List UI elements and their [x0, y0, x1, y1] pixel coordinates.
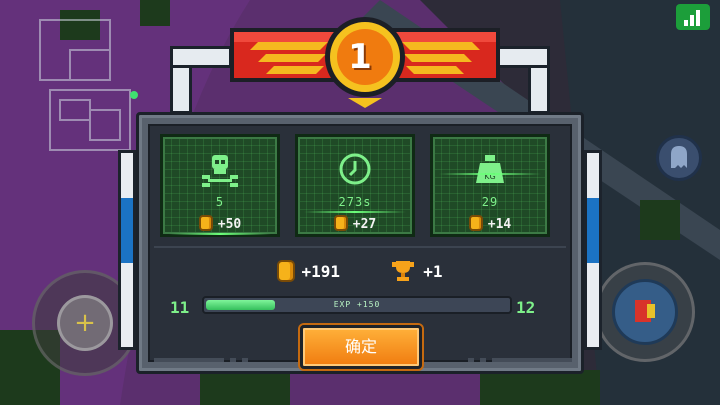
ghost-icon [671, 146, 687, 168]
frame-pillar-right [584, 150, 602, 350]
confirm-button[interactable]: 确定 [300, 325, 422, 369]
trophy-icon [392, 261, 415, 281]
coin-icon [198, 215, 213, 231]
weight-icon: KG [476, 155, 504, 183]
loot-reward-amount: +14 [487, 217, 512, 232]
totals-row: +191 +1 [150, 258, 570, 286]
results-panel: 5 +50 273s +27 KG 29 +14 +191 +1 11 EXP … [136, 112, 584, 374]
rank-number: 1 [348, 37, 372, 77]
stat-box-loot: KG 29 +14 [430, 134, 550, 237]
clock-icon [339, 153, 371, 185]
level-current: 11 [170, 298, 190, 317]
coin-total-icon [277, 260, 296, 282]
time-reward-amount: +27 [352, 217, 377, 232]
stat-box-kills: 5 +50 [160, 134, 280, 237]
kills-value: 5 [215, 195, 225, 209]
joystick-knob[interactable]: + [57, 295, 113, 351]
time-reward: +27 [298, 215, 412, 232]
level-next: 12 [516, 298, 536, 317]
time-value: 273s [338, 195, 372, 209]
plus-icon: + [74, 308, 96, 338]
panel-divider [154, 246, 566, 248]
results-panel-inner: 5 +50 273s +27 KG 29 +14 +191 +1 11 EXP … [148, 124, 572, 369]
action-button[interactable] [595, 262, 695, 362]
kills-reward: +50 [163, 215, 277, 232]
exp-gain-text: EXP +150 [333, 300, 381, 309]
total-trophies: +1 [423, 262, 443, 281]
ghost-skill-button[interactable] [656, 135, 702, 181]
exp-bar: EXP +150 [202, 296, 512, 314]
loot-value: 29 [481, 195, 499, 209]
loot-reward: +14 [433, 215, 547, 232]
frame-pillar-left [118, 150, 136, 350]
stat-box-time: 273s +27 [295, 134, 415, 237]
skull-icon [202, 155, 238, 187]
weapon-icon [635, 300, 655, 322]
action-button-inner [612, 279, 678, 345]
coin-icon [468, 215, 483, 231]
coin-icon [333, 215, 348, 231]
total-coins: +191 [301, 262, 340, 281]
signal-strength-icon [676, 4, 710, 30]
kills-reward-amount: +50 [217, 217, 242, 232]
